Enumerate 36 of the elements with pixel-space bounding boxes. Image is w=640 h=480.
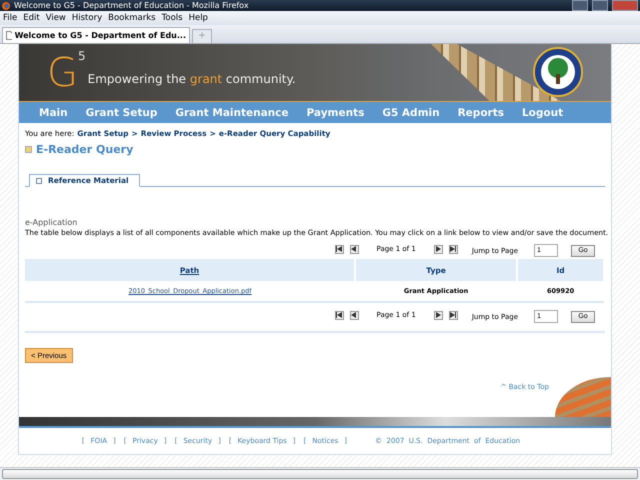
menu-item[interactable]: Edit — [23, 13, 40, 23]
window-title: Welcome to G5 - Department of Education - Mozilla Firefox — [14, 1, 250, 10]
square-icon — [25, 146, 32, 153]
next-page-button[interactable] — [434, 310, 443, 320]
horizontal-scrollbar[interactable] — [0, 467, 640, 480]
tagline: Empowering the grant community. — [88, 72, 296, 86]
left-triangle-icon — [351, 312, 358, 318]
minimize-button[interactable] — [572, 0, 588, 11]
menu-item[interactable]: File — [3, 13, 18, 23]
browser-logo-icon — [2, 2, 10, 10]
menu-item[interactable]: View — [46, 13, 66, 23]
page-title: E-Reader Query — [36, 143, 134, 156]
menu-item[interactable]: Bookmarks — [108, 13, 156, 23]
page-icon — [6, 31, 12, 40]
menu-item[interactable]: Help — [188, 13, 208, 23]
last-page-icon — [450, 246, 456, 252]
left-triangle-icon — [351, 246, 358, 252]
browser-tab[interactable]: Welcome to G5 - Department of Edu... — [2, 27, 190, 43]
previous-page-button[interactable] — [350, 310, 359, 320]
next-page-button[interactable] — [434, 244, 443, 254]
square-icon — [36, 178, 42, 184]
first-page-icon — [336, 246, 342, 252]
first-page-button[interactable] — [334, 310, 344, 320]
section-title: e-Application — [25, 218, 78, 227]
previous-page-button[interactable] — [350, 244, 359, 254]
maximize-button[interactable] — [592, 0, 608, 11]
first-page-icon — [336, 312, 342, 318]
menu-item[interactable]: History — [72, 13, 102, 23]
menu-item[interactable]: Tools — [162, 13, 183, 23]
first-page-button[interactable] — [334, 244, 344, 254]
seal-logo-icon — [533, 47, 583, 97]
last-page-icon — [450, 312, 456, 318]
last-page-button[interactable] — [448, 310, 458, 320]
right-triangle-icon — [435, 246, 442, 252]
right-triangle-icon — [435, 312, 442, 318]
last-page-button[interactable] — [448, 244, 458, 254]
